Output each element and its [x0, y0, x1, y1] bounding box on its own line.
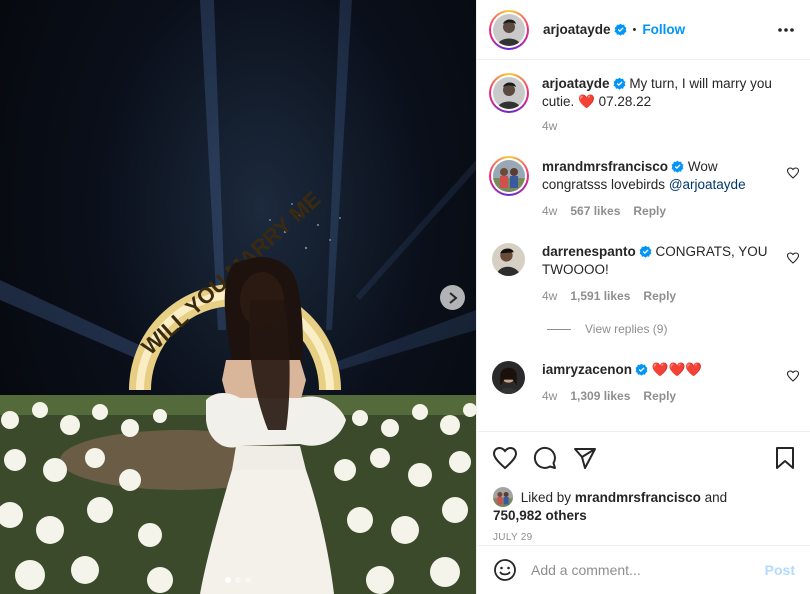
like-comment-heart-icon[interactable] [787, 167, 799, 179]
comment-time[interactable]: 4w [542, 387, 557, 405]
save-bookmark-icon[interactable] [775, 446, 795, 470]
commenter-avatar[interactable] [492, 361, 525, 394]
post-comment-button[interactable]: Post [765, 562, 795, 578]
emoji-icon[interactable] [493, 558, 517, 582]
commenter-username[interactable]: iamryzacenon [542, 362, 632, 377]
add-comment-bar: Post [477, 545, 810, 594]
post-side-panel: arjoatayde • Follow arjoatayde My turn, … [476, 0, 810, 594]
commenter-avatar[interactable] [492, 243, 525, 276]
author-username[interactable]: arjoatayde [543, 22, 611, 37]
author-avatar[interactable] [489, 9, 529, 50]
verified-badge-icon [671, 160, 684, 173]
comment-bubble-icon[interactable] [533, 446, 557, 470]
caption-time[interactable]: 4w [542, 117, 557, 135]
reply-button[interactable]: Reply [643, 387, 676, 405]
slide-dot [245, 577, 251, 583]
divider-line [547, 328, 571, 330]
follow-button[interactable]: Follow [642, 22, 685, 37]
commenter-avatar[interactable] [489, 156, 529, 196]
post-date[interactable]: JULY 29 [493, 532, 533, 543]
reply-button[interactable]: Reply [633, 202, 666, 220]
like-comment-heart-icon[interactable] [787, 370, 799, 382]
caption-username[interactable]: arjoatayde [542, 76, 610, 91]
share-send-icon[interactable] [573, 446, 597, 470]
liked-by-and: and [704, 490, 728, 505]
verified-badge-icon [613, 77, 625, 90]
comment-text: ❤️❤️❤️ [651, 362, 703, 377]
post-media[interactable]: WILL YOU MARRY ME [0, 0, 476, 594]
commenter-username[interactable]: darrenespanto [542, 244, 636, 259]
comment-likes[interactable]: 567 likes [570, 202, 620, 220]
verified-badge-icon [614, 23, 626, 36]
comment-time[interactable]: 4w [542, 287, 557, 305]
liked-by-user[interactable]: mrandmrsfrancisco [575, 490, 701, 505]
slide-indicator [0, 577, 476, 583]
verified-badge-icon [635, 363, 648, 376]
action-bar [477, 431, 810, 486]
caption-date: 07.28.22 [598, 94, 652, 109]
liked-by-others[interactable]: 750,982 others [493, 508, 587, 523]
comment-input[interactable] [531, 562, 751, 578]
caption-avatar[interactable] [489, 73, 529, 113]
post-header: arjoatayde • Follow [477, 0, 810, 60]
next-slide-button[interactable] [440, 285, 465, 310]
like-comment-heart-icon[interactable] [787, 252, 799, 264]
comment-likes[interactable]: 1,591 likes [570, 287, 630, 305]
caption-body: arjoatayde My turn, I will marry you cut… [542, 75, 782, 135]
heart-emoji: ❤️ [578, 94, 595, 109]
comment-time[interactable]: 4w [542, 202, 557, 220]
reply-button[interactable]: Reply [643, 287, 676, 305]
like-heart-icon[interactable] [493, 446, 517, 470]
comments-list[interactable]: arjoatayde My turn, I will marry you cut… [477, 61, 810, 431]
separator-dot: • [632, 23, 637, 36]
more-options-icon[interactable] [777, 21, 795, 39]
commenter-username[interactable]: mrandmrsfrancisco [542, 159, 668, 174]
slide-dot [235, 577, 241, 583]
view-replies-label: View replies (9) [585, 322, 668, 336]
chevron-right-icon [448, 291, 458, 304]
likes-summary: Liked by mrandmrsfrancisco and 750,982 o… [493, 487, 803, 525]
slide-dot-active [225, 577, 231, 583]
liker-avatar[interactable] [493, 487, 513, 507]
liked-by-prefix: Liked by [520, 490, 572, 505]
comment-likes[interactable]: 1,309 likes [570, 387, 630, 405]
comment-mention[interactable]: @arjoatayde [669, 177, 746, 192]
post-photo: WILL YOU MARRY ME [0, 0, 476, 594]
verified-badge-icon [639, 245, 652, 258]
view-replies-button[interactable]: View replies (9) [547, 322, 667, 336]
